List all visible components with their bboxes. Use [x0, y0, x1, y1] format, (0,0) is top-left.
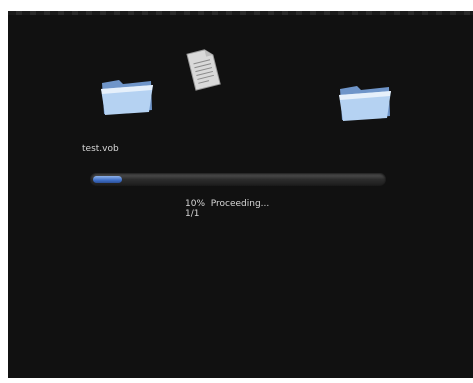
document-icon — [186, 49, 221, 91]
progress-status-line: 10% Proceeding... — [185, 199, 269, 209]
copy-progress-screen: test.vob 10% Proceeding... 1/1 — [8, 11, 473, 378]
source-folder-icon — [101, 80, 153, 115]
file-count: 1/1 — [185, 209, 200, 219]
progress-bar — [90, 173, 386, 186]
progress-fill — [93, 176, 122, 183]
progress-status: 10% Proceeding... 1/1 — [185, 199, 269, 219]
screen: test.vob 10% Proceeding... 1/1 — [0, 0, 473, 383]
destination-folder-icon — [339, 86, 391, 121]
progress-percent: 10% — [185, 199, 206, 209]
file-name: test.vob — [82, 144, 119, 154]
top-band — [8, 11, 473, 15]
progress-status-text: Proceeding... — [210, 199, 270, 209]
